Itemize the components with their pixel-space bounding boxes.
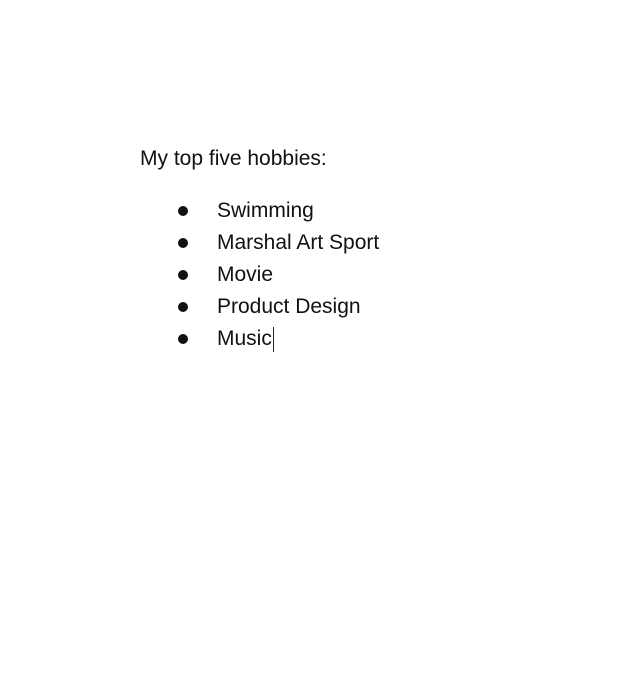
list-item-text[interactable]: Music [217,326,272,352]
bullet-dot-icon [178,206,188,216]
list-item[interactable]: Swimming [178,195,379,227]
list-item[interactable]: Marshal Art Sport [178,227,379,259]
bullet-dot-icon [178,238,188,248]
bullet-dot-icon [178,302,188,312]
list-item-text[interactable]: Marshal Art Sport [217,230,379,256]
list-item[interactable]: Product Design [178,291,379,323]
document-page[interactable]: My top five hobbies: Swimming Marshal Ar… [0,0,637,680]
list-item[interactable]: Movie [178,259,379,291]
document-heading[interactable]: My top five hobbies: [140,146,327,172]
list-item-text[interactable]: Product Design [217,294,361,320]
text-cursor [272,326,274,352]
hobbies-bullet-list: Swimming Marshal Art Sport Movie Product… [178,195,379,355]
bullet-dot-icon [178,334,188,344]
list-item[interactable]: Music [178,323,379,355]
bullet-dot-icon [178,270,188,280]
list-item-text[interactable]: Movie [217,262,273,288]
list-item-text[interactable]: Swimming [217,198,314,224]
